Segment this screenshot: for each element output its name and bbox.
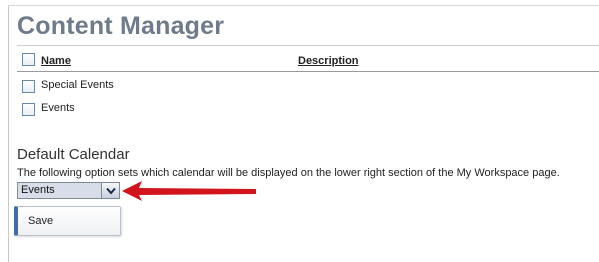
column-header-description[interactable]: Description bbox=[298, 55, 359, 67]
selected-value: Events bbox=[21, 184, 55, 196]
page-title: Content Manager bbox=[17, 12, 225, 40]
arrow-left-icon bbox=[122, 181, 256, 201]
default-calendar-select[interactable]: Events bbox=[17, 182, 120, 199]
chevron-down-icon bbox=[105, 187, 116, 195]
save-button-label: Save bbox=[28, 215, 54, 227]
dropdown-toggle[interactable] bbox=[101, 183, 119, 198]
select-all-checkbox[interactable] bbox=[22, 53, 35, 66]
row-checkbox[interactable] bbox=[22, 80, 35, 93]
default-calendar-heading: Default Calendar bbox=[17, 146, 130, 163]
row-checkbox[interactable] bbox=[22, 103, 35, 116]
title-divider bbox=[17, 45, 599, 46]
row-label: Special Events bbox=[41, 79, 114, 91]
default-calendar-description: The following option sets which calendar… bbox=[17, 167, 560, 179]
save-button[interactable]: Save bbox=[14, 206, 121, 236]
column-header-name[interactable]: Name bbox=[41, 55, 71, 67]
row-label: Events bbox=[41, 102, 75, 114]
table-header: Name Description bbox=[17, 50, 599, 72]
